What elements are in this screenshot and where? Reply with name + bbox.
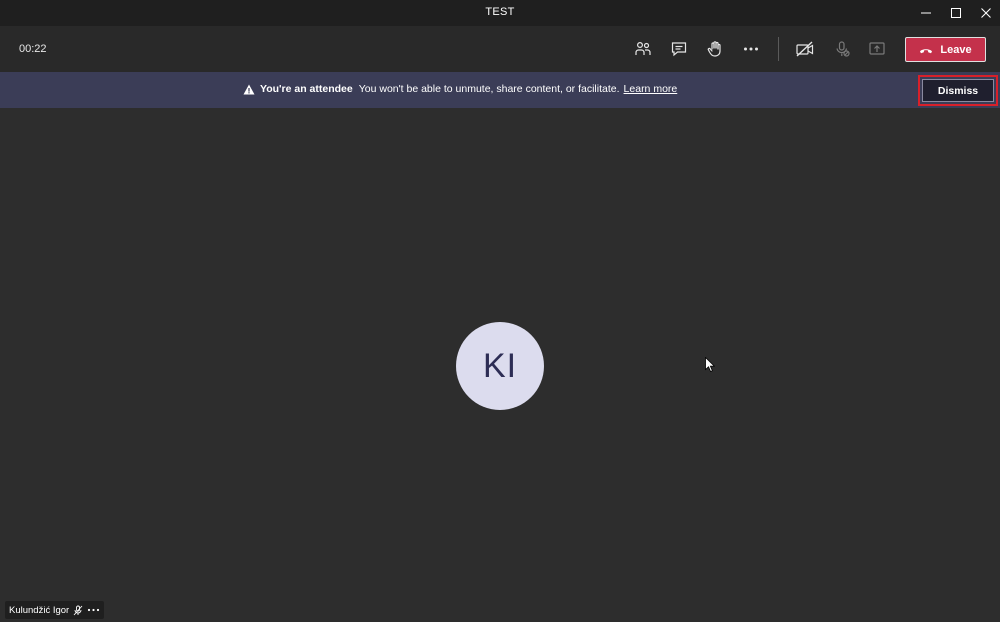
maximize-button[interactable] bbox=[941, 0, 971, 26]
raise-hand-icon bbox=[707, 41, 721, 57]
chat-icon bbox=[671, 42, 687, 57]
maximize-icon bbox=[951, 8, 961, 18]
title-bar: TEST bbox=[0, 0, 1000, 26]
more-icon bbox=[744, 47, 758, 51]
mic-muted-icon bbox=[73, 605, 83, 615]
phone-hangup-icon bbox=[920, 48, 933, 53]
camera-toggle-button[interactable] bbox=[793, 37, 817, 61]
participants-button[interactable] bbox=[631, 37, 655, 61]
banner-message: You're an attendee You won't be able to … bbox=[243, 83, 677, 95]
share-screen-icon bbox=[869, 42, 885, 55]
minimize-button[interactable] bbox=[911, 0, 941, 26]
people-icon bbox=[635, 41, 651, 55]
banner-text: You won't be able to unmute, share conte… bbox=[358, 83, 620, 95]
leave-label: Leave bbox=[940, 43, 972, 56]
camera-off-icon bbox=[796, 41, 814, 57]
meeting-timer: 00:22 bbox=[19, 43, 47, 55]
toolbar-divider bbox=[778, 37, 779, 61]
mic-toggle-button[interactable] bbox=[830, 37, 854, 61]
window-title: TEST bbox=[485, 6, 515, 18]
meeting-toolbar: 00:22 Leave bbox=[0, 26, 1000, 72]
learn-more-link[interactable]: Learn more bbox=[624, 83, 678, 95]
close-icon bbox=[981, 8, 991, 18]
mouse-cursor-icon bbox=[705, 357, 715, 373]
chat-button[interactable] bbox=[667, 37, 691, 61]
mic-off-icon bbox=[836, 41, 850, 57]
participant-name-tag: Kulundžić Igor bbox=[5, 601, 105, 619]
close-window-button[interactable] bbox=[971, 0, 1000, 26]
more-actions-button[interactable] bbox=[739, 37, 763, 61]
warning-icon bbox=[243, 84, 255, 95]
leave-button[interactable]: Leave bbox=[905, 37, 986, 62]
raise-hand-button[interactable] bbox=[703, 37, 727, 61]
attendee-banner: You're an attendee You won't be able to … bbox=[0, 72, 1000, 108]
banner-title: You're an attendee bbox=[260, 83, 353, 95]
more-icon[interactable] bbox=[87, 605, 100, 615]
participant-avatar: KI bbox=[456, 322, 544, 410]
dismiss-button[interactable]: Dismiss bbox=[922, 79, 994, 102]
share-screen-button[interactable] bbox=[865, 37, 889, 61]
participant-name: Kulundžić Igor bbox=[9, 604, 70, 616]
minimize-icon bbox=[921, 12, 931, 14]
